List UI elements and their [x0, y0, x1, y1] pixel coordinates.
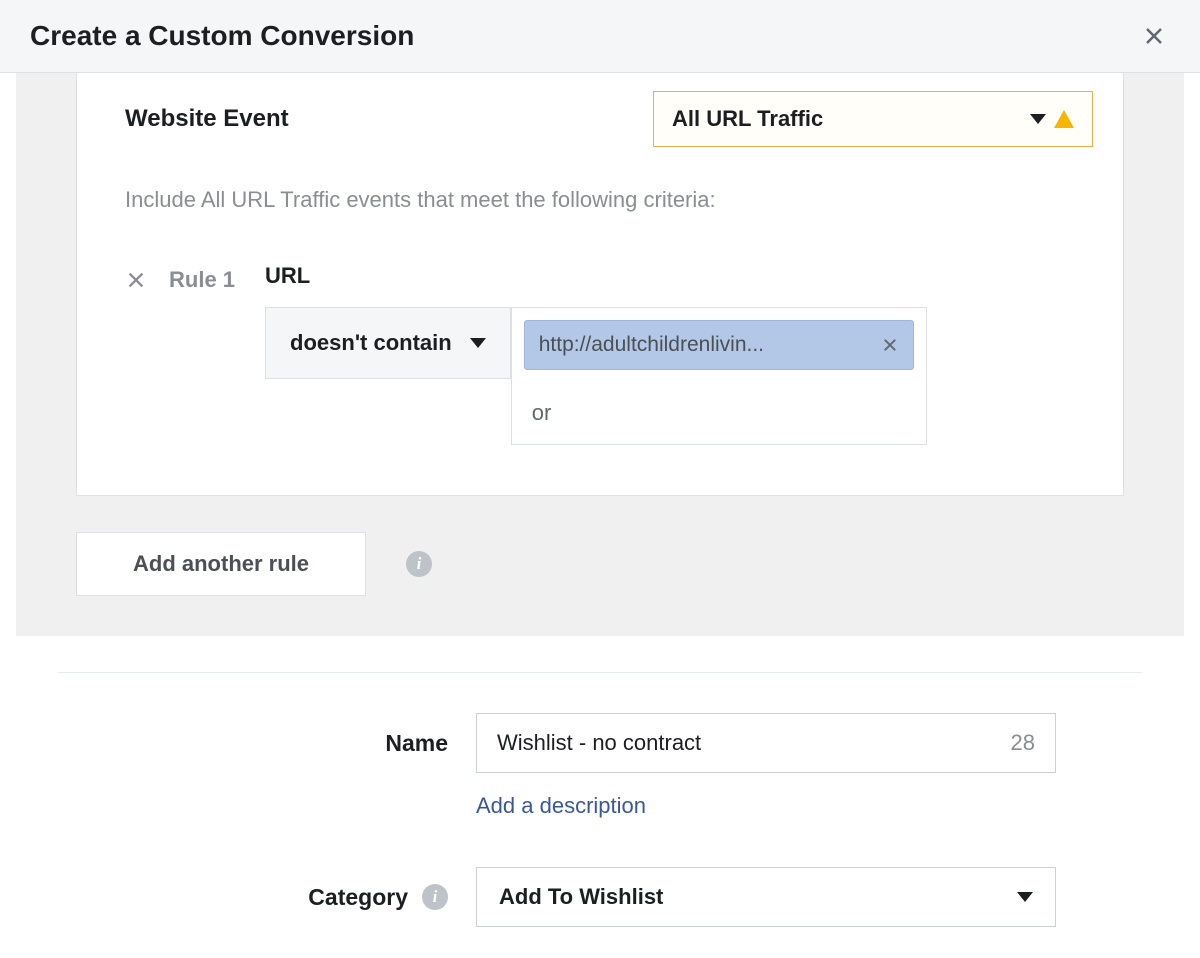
remove-rule-icon[interactable] — [125, 269, 147, 291]
url-label: URL — [265, 263, 1093, 289]
rule-row: Rule 1 URL doesn't contain http://adultc… — [125, 263, 1093, 445]
name-input-value: Wishlist - no contract — [497, 730, 701, 756]
url-input-box[interactable]: http://adultchildrenlivin... or — [511, 307, 927, 445]
details-section: Name Wishlist - no contract 28 Add a des… — [16, 673, 1184, 927]
remove-chip-icon[interactable] — [881, 336, 899, 354]
name-row: Name Wishlist - no contract 28 — [58, 713, 1142, 773]
chevron-down-icon — [1030, 114, 1046, 124]
add-description-link[interactable]: Add a description — [476, 793, 646, 818]
modal-title: Create a Custom Conversion — [30, 20, 414, 52]
condition-dropdown[interactable]: doesn't contain — [265, 307, 511, 379]
name-input[interactable]: Wishlist - no contract 28 — [476, 713, 1056, 773]
warning-icon — [1054, 110, 1074, 128]
condition-row: doesn't contain http://adultchildrenlivi… — [265, 307, 1093, 445]
info-icon[interactable]: i — [422, 884, 448, 910]
dropdown-indicators — [1030, 110, 1074, 128]
url-chip-text: http://adultchildrenlivin... — [539, 333, 764, 357]
rule-header: Rule 1 — [125, 263, 235, 293]
add-another-rule-button[interactable]: Add another rule — [76, 532, 366, 596]
category-label-col: Category i — [58, 884, 476, 911]
close-icon[interactable] — [1138, 20, 1170, 52]
url-chip: http://adultchildrenlivin... — [524, 320, 914, 370]
category-label: Category — [308, 884, 408, 911]
category-row: Category i Add To Wishlist — [58, 867, 1142, 927]
rule-title: Rule 1 — [169, 267, 235, 293]
rule-body: URL doesn't contain http://adultchildren… — [265, 263, 1093, 445]
name-label: Name — [385, 730, 448, 757]
website-event-label: Website Event — [125, 105, 289, 133]
chevron-down-icon — [1017, 892, 1033, 902]
category-selected: Add To Wishlist — [499, 884, 663, 910]
url-or-text: or — [512, 382, 926, 444]
modal-header: Create a Custom Conversion — [0, 0, 1200, 73]
criteria-intro: Include All URL Traffic events that meet… — [125, 187, 1093, 213]
modal-body: Website Event All URL Traffic Include Al… — [0, 73, 1200, 927]
name-label-col: Name — [58, 730, 476, 757]
description-row: Add a description — [58, 793, 1142, 819]
info-icon[interactable]: i — [406, 551, 432, 577]
rules-section: Website Event All URL Traffic Include Al… — [16, 73, 1184, 636]
category-dropdown[interactable]: Add To Wishlist — [476, 867, 1056, 927]
website-event-row: Website Event All URL Traffic — [125, 91, 1093, 147]
website-event-dropdown[interactable]: All URL Traffic — [653, 91, 1093, 147]
condition-selected: doesn't contain — [290, 330, 452, 356]
chevron-down-icon — [470, 338, 486, 348]
name-char-count: 28 — [1011, 730, 1035, 756]
website-event-selected: All URL Traffic — [672, 106, 823, 132]
event-card: Website Event All URL Traffic Include Al… — [76, 73, 1124, 496]
add-rule-row: Add another rule i — [76, 532, 1124, 596]
